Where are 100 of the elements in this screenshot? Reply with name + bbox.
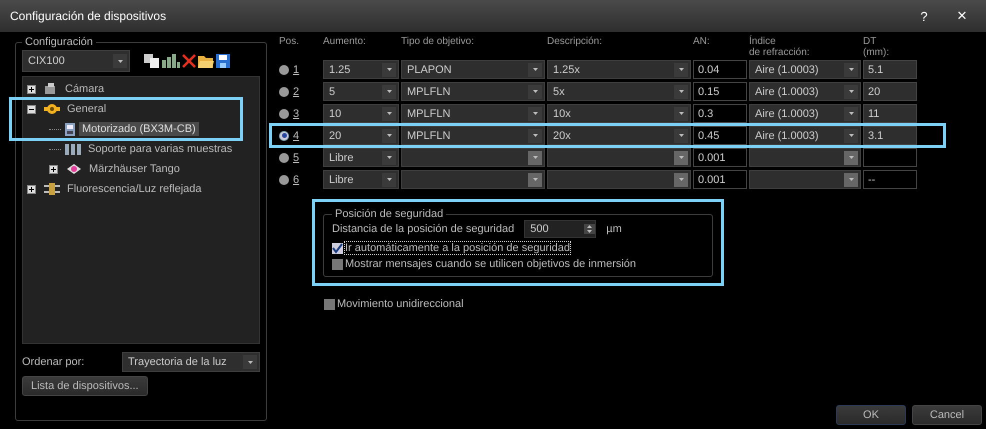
- ok-button[interactable]: OK: [836, 405, 906, 425]
- checkbox-label[interactable]: Mostrar mensajes cuando se utilicen objetivos de inmersión: [345, 258, 636, 270]
- caret-icon: [386, 112, 392, 115]
- caret-icon: [678, 112, 684, 115]
- description-dropdown[interactable]: 5x: [547, 82, 691, 101]
- magnification-dropdown[interactable]: 5: [323, 82, 399, 101]
- caret-icon: [678, 68, 684, 71]
- magnification-dropdown[interactable]: 20: [323, 126, 399, 145]
- refraction-dropdown[interactable]: Aire (1.0003): [749, 126, 861, 145]
- distance-spinbox[interactable]: 500: [524, 220, 596, 238]
- working-distance-field[interactable]: --: [863, 170, 917, 189]
- sort-dropdown[interactable]: Trayectoria de la luz: [122, 352, 260, 372]
- na-field[interactable]: 0.001: [693, 148, 747, 167]
- magnification-dropdown[interactable]: Libre: [323, 170, 399, 189]
- refraction-dropdown[interactable]: Aire (1.0003): [749, 60, 861, 79]
- na-field[interactable]: 0.15: [693, 82, 747, 101]
- device-icon: [65, 122, 75, 136]
- slide-holder-icon: [65, 144, 81, 154]
- caret-icon: [848, 156, 854, 159]
- description-dropdown[interactable]: 1.25x: [547, 60, 691, 79]
- position-radio[interactable]: [279, 130, 289, 140]
- bar-chart-icon[interactable]: [162, 54, 180, 68]
- position-radio[interactable]: [279, 86, 289, 96]
- unit-label: µm: [606, 223, 622, 235]
- position-radio[interactable]: [279, 174, 289, 184]
- help-button[interactable]: ?: [910, 8, 938, 24]
- magnification-dropdown[interactable]: 1.25: [323, 60, 399, 79]
- caret-icon: [386, 90, 392, 93]
- na-field[interactable]: 0.45: [693, 126, 747, 145]
- position-radio[interactable]: [279, 108, 289, 118]
- refraction-dropdown[interactable]: Aire (1.0003): [749, 104, 861, 123]
- copy-icon[interactable]: [144, 54, 160, 68]
- na-field[interactable]: 0.04: [693, 60, 747, 79]
- na-field[interactable]: 0.001: [693, 170, 747, 189]
- objective-type-dropdown[interactable]: PLAPON: [401, 60, 545, 79]
- caret-icon: [532, 178, 538, 181]
- column-header: DT (mm):: [863, 36, 890, 58]
- folder-icon[interactable]: [198, 54, 214, 68]
- device-list-button[interactable]: Lista de dispositivos...: [22, 376, 148, 396]
- refraction-dropdown[interactable]: Aire (1.0003): [749, 82, 861, 101]
- position-radio[interactable]: [279, 152, 289, 162]
- description-dropdown[interactable]: 20x: [547, 126, 691, 145]
- window-title: Configuración de dispositivos: [10, 9, 168, 23]
- caret-icon: [848, 112, 854, 115]
- checkbox[interactable]: [332, 258, 343, 270]
- description-dropdown[interactable]: 10x: [547, 104, 691, 123]
- delete-icon[interactable]: [182, 54, 196, 68]
- group-title: Posición de seguridad: [334, 208, 444, 220]
- spin-up-icon[interactable]: [587, 225, 592, 228]
- distance-label: Distancia de la posición de seguridad: [332, 223, 514, 235]
- expand-icon[interactable]: [49, 164, 58, 174]
- magnification-dropdown[interactable]: Libre: [323, 148, 399, 167]
- caret-icon: [532, 156, 538, 159]
- expand-icon[interactable]: [27, 184, 36, 194]
- caret-icon: [386, 68, 392, 71]
- column-header: Descripción:: [547, 36, 604, 49]
- na-field[interactable]: 0.3: [693, 104, 747, 123]
- tree-item[interactable]: Cámara: [62, 82, 108, 96]
- profile-dropdown[interactable]: CIX100: [22, 50, 130, 72]
- caret-icon: [848, 178, 854, 181]
- tree-item[interactable]: Märzhäuser Tango: [86, 162, 183, 176]
- caret-icon: [532, 90, 538, 93]
- close-button[interactable]: ×: [948, 6, 976, 26]
- position-number: 6: [293, 174, 300, 186]
- working-distance-field[interactable]: 5.1: [863, 60, 917, 79]
- collapse-icon[interactable]: [27, 104, 36, 114]
- tree-item[interactable]: Soporte para varias muestras: [85, 142, 236, 156]
- save-icon[interactable]: [216, 54, 230, 68]
- group-title: Configuración: [24, 36, 94, 48]
- tree-item[interactable]: General: [64, 102, 110, 116]
- column-header: AN:: [693, 36, 711, 49]
- checkbox-label[interactable]: Movimiento unidireccional: [337, 298, 464, 310]
- caret-icon: [386, 156, 392, 159]
- working-distance-field[interactable]: 3.1: [863, 126, 917, 145]
- working-distance-field[interactable]: 11: [863, 104, 917, 123]
- caret-icon: [678, 90, 684, 93]
- working-distance-field[interactable]: 20: [863, 82, 917, 101]
- checkbox-label[interactable]: Ir automáticamente a la posición de seguridad: [345, 242, 570, 254]
- stage-icon: [66, 163, 82, 175]
- expand-icon[interactable]: [27, 84, 36, 94]
- cancel-button[interactable]: Cancel: [912, 405, 982, 425]
- spin-down-icon[interactable]: [587, 230, 592, 233]
- working-distance-field[interactable]: [863, 148, 917, 167]
- filter-icon: [44, 183, 60, 195]
- caret-icon: [678, 134, 684, 137]
- column-header: Aumento:: [323, 36, 367, 49]
- checkbox[interactable]: [324, 298, 335, 310]
- tree-item[interactable]: Motorizado (BX3M-CB): [79, 122, 199, 136]
- position-number: 2: [293, 86, 300, 98]
- magnification-dropdown[interactable]: 10: [323, 104, 399, 123]
- objective-type-dropdown[interactable]: MPLFLN: [401, 126, 545, 145]
- position-number: 4: [293, 130, 300, 142]
- camera-icon: [44, 83, 58, 95]
- position-radio[interactable]: [279, 64, 289, 74]
- objective-type-dropdown[interactable]: MPLFLN: [401, 104, 545, 123]
- column-header: Tipo de objetivo:: [401, 36, 476, 49]
- checkbox[interactable]: [332, 242, 343, 254]
- position-number: 3: [293, 108, 300, 120]
- objective-type-dropdown[interactable]: MPLFLN: [401, 82, 545, 101]
- tree-item[interactable]: Fluorescencia/Luz reflejada: [64, 182, 205, 196]
